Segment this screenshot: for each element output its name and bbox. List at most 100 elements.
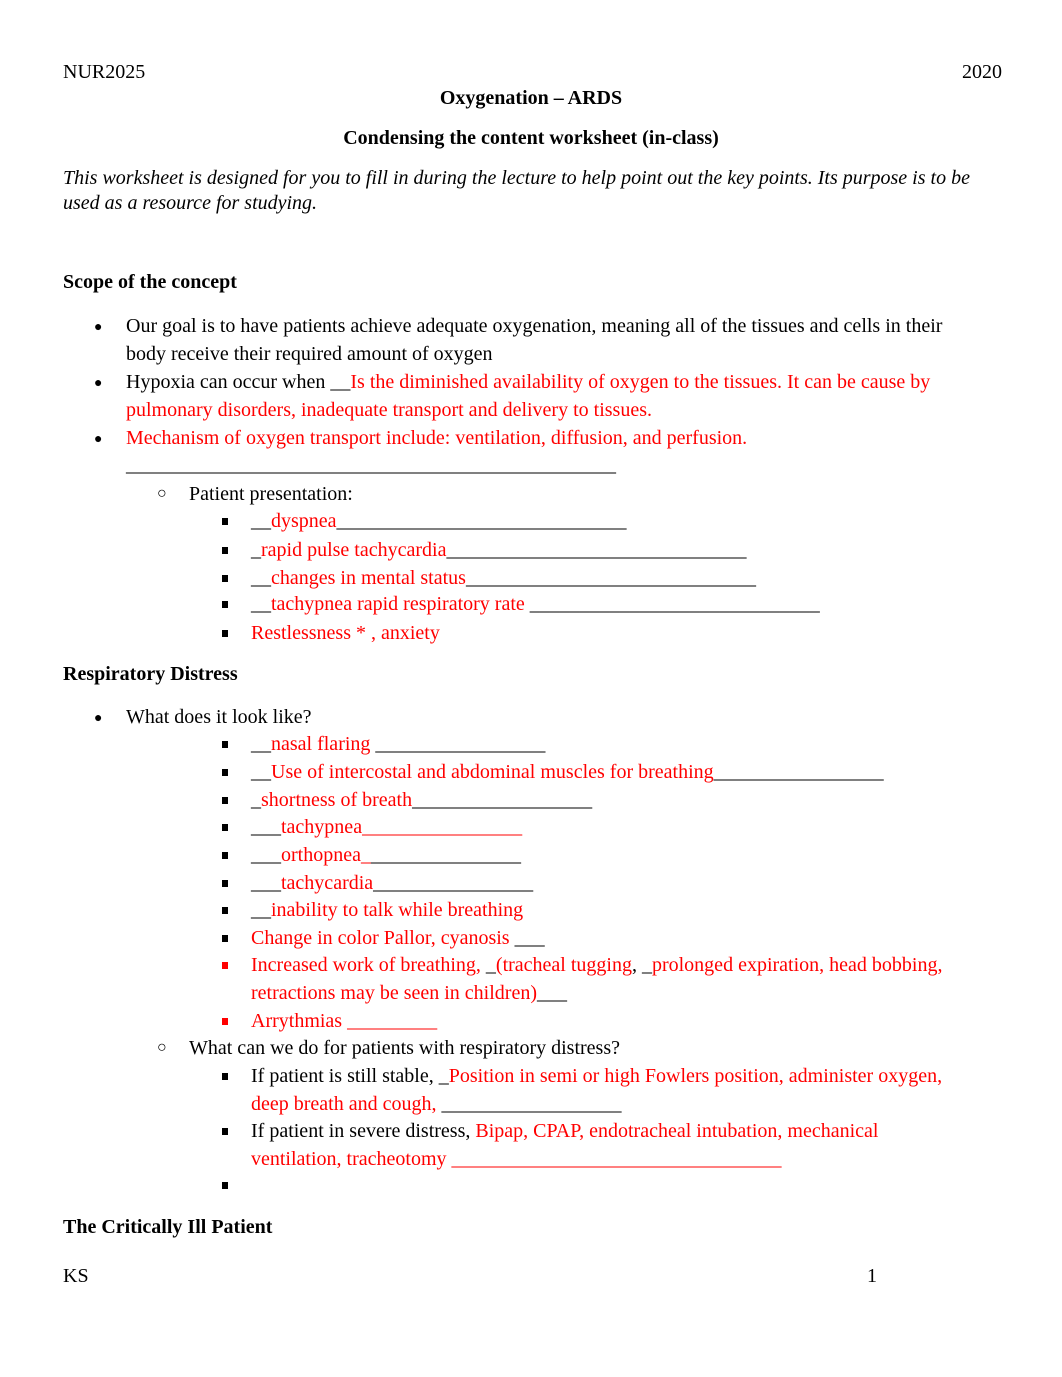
answer-text: changes in mental status bbox=[271, 567, 466, 589]
footer-initials: KS bbox=[63, 1265, 89, 1287]
bullet-square-icon bbox=[222, 962, 228, 969]
prompt-text: Patient presentation: bbox=[189, 483, 353, 505]
bullet-disc-icon: ● bbox=[94, 711, 103, 726]
prompt-text: ___ bbox=[251, 844, 281, 866]
prompt-text: _ bbox=[251, 539, 261, 561]
answer-text: pulmonary disorders, inadequate transpor… bbox=[126, 399, 652, 421]
bullet-square-icon bbox=[222, 852, 228, 859]
list-item-text: _rapid pulse tachycardia________________… bbox=[251, 539, 746, 562]
prompt-text: Hypoxia can occur when __ bbox=[126, 371, 351, 393]
prompt-text: _____________________________ bbox=[529, 593, 820, 615]
bullet-square-icon bbox=[222, 575, 228, 582]
answer-text: retractions may be seen in children) bbox=[251, 982, 537, 1004]
bullet-disc-icon: ● bbox=[94, 376, 103, 391]
answer-text: dyspnea bbox=[271, 510, 337, 532]
list-item-text: body receive their required amount of ox… bbox=[126, 343, 493, 366]
list-item-text: Arrythmias _________ bbox=[251, 1010, 437, 1033]
prompt-text: _____________________________ bbox=[465, 567, 756, 589]
bullet-square-icon bbox=[222, 935, 228, 942]
list-item-text: deep breath and cough, _________________… bbox=[251, 1093, 621, 1116]
list-item-text: Mechanism of oxygen transport include: v… bbox=[126, 427, 747, 450]
prompt-text: ______________________________ bbox=[446, 539, 747, 561]
answer-text: prolonged expiration, head bobbing, bbox=[651, 954, 943, 976]
list-item-text: If patient is still stable, _Position in… bbox=[251, 1065, 942, 1088]
answer-text: deep breath and cough, bbox=[251, 1093, 442, 1115]
answer-text: Arrythmias _________ bbox=[251, 1010, 438, 1032]
list-item-text: __changes in mental status______________… bbox=[251, 567, 756, 590]
list-item-text: Increased work of breathing, _(tracheal … bbox=[251, 954, 942, 977]
document-title: Oxygenation – ARDS bbox=[439, 87, 623, 109]
answer-text: tachypnea rapid respiratory rate bbox=[271, 593, 530, 615]
bullet-square-icon bbox=[222, 518, 228, 525]
answer-text: (tracheal tugging bbox=[495, 954, 632, 976]
prompt-text: ___ bbox=[514, 927, 545, 949]
answer-text: inability to talk while breathing bbox=[271, 899, 524, 921]
list-item-text: ___tachypnea________________ bbox=[251, 816, 522, 839]
prompt-text: __ bbox=[251, 761, 271, 783]
bullet-square-icon bbox=[222, 1073, 228, 1080]
list-item-text: What does it look like? bbox=[126, 706, 312, 729]
prompt-text: __ bbox=[251, 510, 271, 532]
section-heading-scope: Scope of the concept bbox=[63, 271, 237, 293]
answer-text: ventilation, tracheotomy _______________… bbox=[251, 1148, 782, 1170]
prompt-text: ___ bbox=[251, 816, 281, 838]
list-item-text: _shortness of breath__________________ bbox=[251, 789, 592, 812]
bullet-square-icon bbox=[222, 907, 228, 914]
list-item-text: __tachypnea rapid respiratory rate _____… bbox=[251, 593, 820, 616]
list-item-text: Our goal is to have patients achieve ade… bbox=[126, 315, 942, 338]
answer-text: Use of intercostal and abdominal muscles… bbox=[271, 761, 714, 783]
header-year: 2020 bbox=[962, 61, 1002, 83]
prompt-text: ___ bbox=[251, 872, 281, 894]
list-item-text: ___tachycardia________________ bbox=[251, 872, 533, 895]
prompt-text: __ bbox=[251, 567, 271, 589]
prompt-text: If patient is still stable, _ bbox=[251, 1065, 449, 1087]
prompt-text: __ bbox=[251, 593, 271, 615]
prompt-text: What does it look like? bbox=[126, 706, 312, 728]
prompt-text: _______________ bbox=[370, 844, 521, 866]
prompt-text: _________________ bbox=[713, 761, 884, 783]
answer-text: shortness of breath bbox=[261, 789, 413, 811]
bullet-disc-icon: ● bbox=[94, 432, 103, 447]
bullet-square-icon bbox=[222, 601, 228, 608]
list-item-text: Restlessness * , anxiety bbox=[251, 622, 440, 645]
document-subtitle: Condensing the content worksheet (in-cla… bbox=[343, 127, 719, 149]
answer-text: nasal flaring bbox=[271, 733, 376, 755]
prompt-text: Our goal is to have patients achieve ade… bbox=[126, 315, 943, 337]
answer-text: Bipap, CPAP, endotracheal intubation, me… bbox=[475, 1120, 879, 1142]
prompt-text: __________________ bbox=[412, 789, 593, 811]
bullet-square-icon bbox=[222, 1182, 228, 1189]
answer-text: orthopnea_ bbox=[281, 844, 371, 866]
header-course-code: NUR2025 bbox=[63, 61, 146, 83]
section-heading-respiratory-distress: Respiratory Distress bbox=[63, 663, 238, 685]
list-item-text: What can we do for patients with respira… bbox=[189, 1037, 620, 1060]
list-item-text: Patient presentation: bbox=[189, 483, 353, 506]
answer-text: Is the diminished availability of oxygen… bbox=[350, 371, 931, 393]
list-item-text: If patient in severe distress, Bipap, CP… bbox=[251, 1120, 878, 1143]
list-item-text: pulmonary disorders, inadequate transpor… bbox=[126, 399, 652, 422]
bullet-disc-icon: ● bbox=[94, 320, 103, 335]
list-item-text: ________________________________________… bbox=[126, 454, 616, 477]
list-item-text: Change in color Pallor, cyanosis ___ bbox=[251, 927, 545, 950]
bullet-square-icon bbox=[222, 741, 228, 748]
answer-text: Position in semi or high Fowlers positio… bbox=[448, 1065, 943, 1087]
prompt-text: ________________ bbox=[373, 872, 534, 894]
answer-text: rapid pulse tachycardia bbox=[261, 539, 447, 561]
page-number: 1 bbox=[867, 1265, 877, 1287]
bullet-square-icon bbox=[222, 547, 228, 554]
answer-text: tachypnea________________ bbox=[281, 816, 523, 838]
prompt-text: , _ bbox=[631, 954, 652, 976]
list-item-text: ___orthopnea________________ bbox=[251, 844, 521, 867]
list-item-text: retractions may be seen in children)___ bbox=[251, 982, 567, 1005]
list-item-text: ventilation, tracheotomy _______________… bbox=[251, 1148, 782, 1171]
prompt-text: __ bbox=[251, 899, 271, 921]
prompt-text: __________________ bbox=[441, 1093, 622, 1115]
prompt-text: __ bbox=[251, 733, 271, 755]
prompt-text: _ bbox=[485, 954, 496, 976]
prompt-text: What can we do for patients with respira… bbox=[189, 1037, 620, 1059]
bullet-circle-icon: ○ bbox=[157, 485, 167, 502]
answer-text: Restlessness * , anxiety bbox=[251, 622, 440, 644]
section-heading-critically-ill: The Critically Ill Patient bbox=[63, 1216, 273, 1238]
list-item-text: __inability to talk while breathing bbox=[251, 899, 523, 922]
prompt-text: ___ bbox=[537, 982, 567, 1004]
bullet-square-icon bbox=[222, 797, 228, 804]
